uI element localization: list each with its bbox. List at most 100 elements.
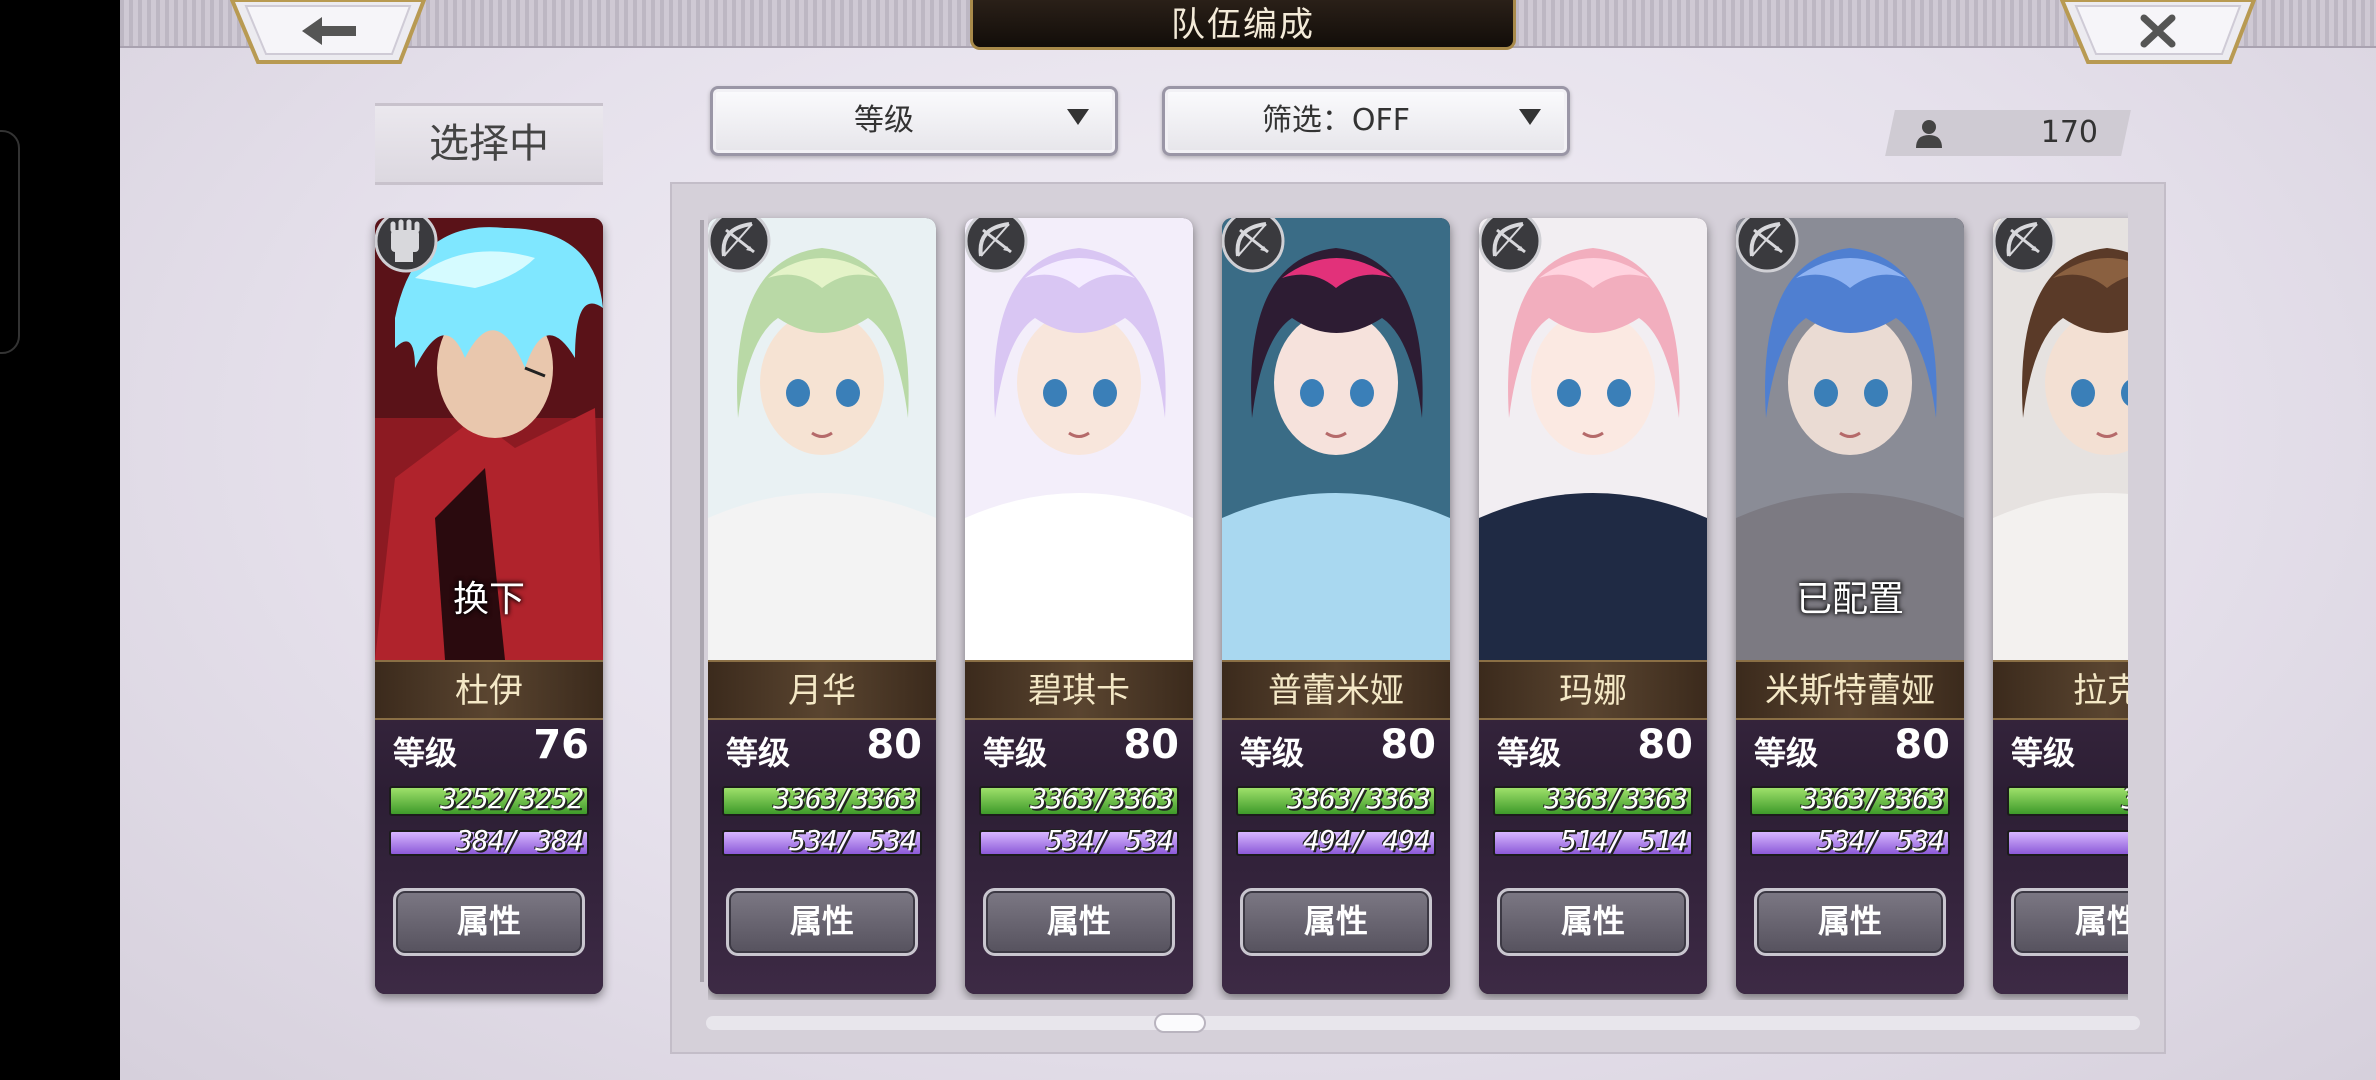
mp-bar: 384/ 384 [389,824,589,857]
mp-value: 494/ [2122,824,2128,857]
attribute-button[interactable]: 属性 [393,888,585,956]
level-label: 等级 [2011,734,2076,772]
level-label: 等级 [1240,734,1305,772]
attribute-button[interactable]: 属性 [1240,888,1432,956]
mp-bar: 494/ 494 [1236,824,1436,857]
character-stats: 普蕾米娅 等级 80 3363/3363 494/ 494 属性 [1222,660,1450,994]
level-label: 等级 [1754,734,1819,772]
back-button[interactable] [230,0,426,64]
attribute-button[interactable]: 属性 [2011,888,2128,956]
level-value: 76 [533,722,589,768]
roster-count-value: 170 [2040,115,2098,150]
device-notch [0,130,20,354]
mp-value: 534/ 534 [1801,824,1945,857]
selected-character-card[interactable]: 换下 杜伊 等级 76 3252/3252 384/ 384 属性 [375,218,603,994]
scrollbar-thumb[interactable] [1154,1013,1206,1033]
character-name: 碧琪卡 [965,660,1193,720]
mp-value: 534/ 534 [773,824,917,857]
character-stats: 月华 等级 80 3363/3363 534/ 534 属性 [708,660,936,994]
character-name: 普蕾米娅 [1222,660,1450,720]
mp-bar: 514/ 514 [1493,824,1693,857]
hp-bar: 3252/3252 [389,782,589,816]
mp-value: 534/ 534 [1030,824,1174,857]
character-portrait [1222,218,1450,660]
hp-value: 3363/3363 [1801,782,1945,815]
roster-scroll-area[interactable]: 月华 等级 80 3363/3363 534/ 534 属性 碧琪卡 等级 80… [708,200,2128,1000]
character-card[interactable]: 月华 等级 80 3363/3363 534/ 534 属性 [708,218,936,994]
character-portrait [1993,218,2128,660]
mp-value: 514/ 514 [1544,824,1688,857]
page-title: 队伍编成 [970,0,1516,50]
hp-value: 3363/3363 [773,782,917,815]
back-arrow-icon [230,0,426,64]
level-label: 等级 [983,734,1048,772]
bow-icon [1736,218,1799,273]
mp-bar: 534/ 534 [1750,824,1950,857]
mp-value: 384/ 384 [440,824,584,857]
character-overlay-text: 换下 [452,579,525,620]
character-card[interactable]: 碧琪卡 等级 80 3363/3363 534/ 534 属性 [965,218,1193,994]
hp-value: 3363/3363 [1544,782,1688,815]
device-bezel [0,0,120,1080]
mp-bar: 534/ 534 [979,824,1179,857]
character-stats: 杜伊 等级 76 3252/3252 384/ 384 属性 [375,660,603,994]
close-icon [2060,0,2256,64]
character-portrait [1479,218,1707,660]
bow-icon [1993,218,2056,273]
character-name: 月华 [708,660,936,720]
hp-bar: 3363/3363 [1236,782,1436,816]
attribute-button[interactable]: 属性 [1754,888,1946,956]
bow-icon [1479,218,1542,273]
close-button[interactable] [2060,0,2256,64]
hp-value: 3252/3252 [440,782,584,815]
level-label: 等级 [1497,734,1562,772]
hp-bar: 3363/3363 [722,782,922,816]
panel-divider [700,220,704,982]
sort-dropdown-value: 等级 [854,103,914,138]
filter-dropdown[interactable]: 筛选：OFF [1162,86,1570,156]
attribute-button[interactable]: 属性 [983,888,1175,956]
level-value: 80 [1380,722,1436,768]
character-stats: 玛娜 等级 80 3363/3363 514/ 514 属性 [1479,660,1707,994]
level-value: 80 [1637,722,1693,768]
hp-value: 3363/3363 [1287,782,1431,815]
chevron-down-icon [1519,109,1541,125]
character-portrait [965,218,1193,660]
level-label: 等级 [393,734,458,772]
level-label: 等级 [726,734,791,772]
character-stats: 拉克 等级 3563/ 494/ 属性 [1993,660,2128,994]
mp-bar: 494/ [2007,830,2128,856]
character-name: 玛娜 [1479,660,1707,720]
fist-icon [375,218,438,273]
character-name: 米斯特蕾娅 [1736,660,1964,720]
character-overlay-text: 已配置 [1795,579,1904,620]
character-card[interactable]: 玛娜 等级 80 3363/3363 514/ 514 属性 [1479,218,1707,994]
hp-bar: 3363/3363 [979,782,1179,816]
character-portrait [708,218,936,660]
bow-icon [965,218,1028,273]
character-name: 杜伊 [375,660,603,720]
hp-value: 3363/3363 [1030,782,1174,815]
horizontal-scrollbar[interactable] [706,1016,2140,1030]
hp-bar: 3363/3363 [1493,782,1693,816]
hp-bar: 3563/ [2007,782,2128,816]
team-formation-screen: 队伍编成 选择中 等级 筛选：OFF 170 换下 杜伊 等级 76 3252/… [120,0,2376,1080]
bow-icon [1222,218,1285,273]
hp-bar: 3363/3363 [1750,782,1950,816]
sort-dropdown[interactable]: 等级 [710,86,1118,156]
character-stats: 碧琪卡 等级 80 3363/3363 534/ 534 属性 [965,660,1193,994]
character-name: 拉克 [1993,660,2128,720]
mp-value: 494/ 494 [1287,824,1431,857]
character-card[interactable]: 普蕾米娅 等级 80 3363/3363 494/ 494 属性 [1222,218,1450,994]
hp-value: 3563/ [2122,782,2128,815]
attribute-button[interactable]: 属性 [1497,888,1689,956]
selecting-label: 选择中 [375,103,603,185]
character-card[interactable]: 拉克 等级 3563/ 494/ 属性 [1993,218,2128,994]
bow-icon [708,218,771,273]
level-value: 80 [866,722,922,768]
chevron-down-icon [1067,109,1089,125]
character-card[interactable]: 已配置 米斯特蕾娅 等级 80 3363/3363 534/ 534 属性 [1736,218,1964,994]
attribute-button[interactable]: 属性 [726,888,918,956]
level-value: 80 [1123,722,1179,768]
level-value: 80 [1894,722,1950,768]
